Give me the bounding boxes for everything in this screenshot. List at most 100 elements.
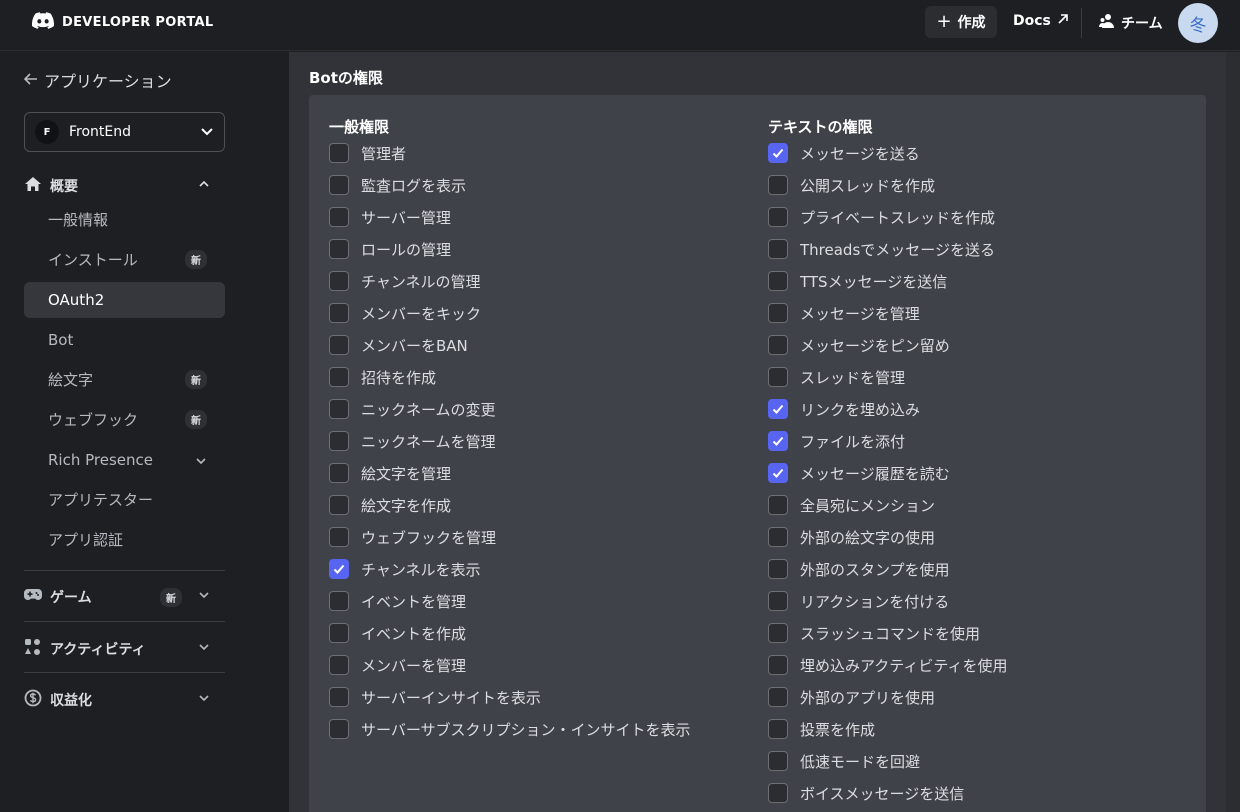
team-link[interactable]: チーム (1099, 13, 1163, 33)
checkbox[interactable] (329, 399, 349, 419)
checkbox[interactable] (768, 719, 788, 739)
permission-row[interactable]: リンクを埋め込み (768, 398, 920, 420)
permission-row[interactable]: 全員宛にメンション (768, 494, 935, 516)
checkbox-checked[interactable] (768, 431, 788, 451)
permission-row[interactable]: 管理者 (329, 142, 406, 164)
checkbox[interactable] (768, 527, 788, 547)
permission-row[interactable]: TTSメッセージを送信 (768, 270, 947, 292)
checkbox[interactable] (768, 367, 788, 387)
permission-row[interactable]: ウェブフックを管理 (329, 526, 496, 548)
checkbox[interactable] (768, 623, 788, 643)
checkbox[interactable] (329, 367, 349, 387)
checkbox[interactable] (768, 239, 788, 259)
permission-row[interactable]: 監査ログを表示 (329, 174, 466, 196)
permission-row[interactable]: メッセージを管理 (768, 302, 920, 324)
permission-row[interactable]: スラッシュコマンドを使用 (768, 622, 980, 644)
permission-row[interactable]: メッセージをピン留め (768, 334, 950, 356)
checkbox[interactable] (768, 303, 788, 323)
checkbox[interactable] (768, 751, 788, 771)
permission-row[interactable]: ロールの管理 (329, 238, 451, 260)
section-monetization[interactable]: 収益化 (24, 689, 210, 711)
permission-row[interactable]: 招待を作成 (329, 366, 436, 388)
section-games[interactable]: ゲーム 新 (24, 587, 210, 607)
permission-row[interactable]: ボイスメッセージを送信 (768, 782, 964, 804)
checkbox[interactable] (329, 303, 349, 323)
permission-row[interactable]: 埋め込みアクティビティを使用 (768, 654, 1007, 676)
sidebar-item-app-testers[interactable]: アプリテスター (24, 481, 225, 517)
checkbox[interactable] (329, 239, 349, 259)
checkbox[interactable] (329, 495, 349, 515)
app-selector-dropdown[interactable]: F FrontEnd (24, 112, 225, 152)
user-avatar[interactable]: 冬 (1178, 3, 1218, 43)
checkbox[interactable] (768, 655, 788, 675)
sidebar-item-general-info[interactable]: 一般情報 (24, 201, 225, 237)
checkbox[interactable] (329, 655, 349, 675)
permission-row[interactable]: ニックネームを管理 (329, 430, 496, 452)
checkbox[interactable] (768, 591, 788, 611)
checkbox[interactable] (329, 207, 349, 227)
checkbox[interactable] (768, 207, 788, 227)
docs-link[interactable]: Docs (1013, 13, 1069, 29)
permission-row[interactable]: リアクションを付ける (768, 590, 949, 612)
permission-row[interactable]: チャンネルを表示 (329, 558, 481, 580)
permission-row[interactable]: 低速モードを回避 (768, 750, 920, 772)
sidebar-item-emoji[interactable]: 絵文字 新 (24, 361, 225, 397)
permission-row[interactable]: 投票を作成 (768, 718, 875, 740)
checkbox[interactable] (329, 623, 349, 643)
developer-portal-logo[interactable]: DEVELOPER PORTAL (32, 12, 213, 33)
permission-row[interactable]: 外部の絵文字の使用 (768, 526, 935, 548)
permission-row[interactable]: チャンネルの管理 (329, 270, 481, 292)
permission-row[interactable]: サーバーインサイトを表示 (329, 686, 541, 708)
permission-row[interactable]: イベントを作成 (329, 622, 466, 644)
permission-row[interactable]: ファイルを添付 (768, 430, 905, 452)
sidebar-item-oauth2[interactable]: OAuth2 (24, 282, 225, 318)
checkbox[interactable] (768, 495, 788, 515)
checkbox[interactable] (329, 271, 349, 291)
permission-row[interactable]: メッセージを送る (768, 142, 920, 164)
permission-row[interactable]: ニックネームの変更 (329, 398, 496, 420)
permission-row[interactable]: メンバーをキック (329, 302, 481, 324)
permission-row[interactable]: プライベートスレッドを作成 (768, 206, 995, 228)
permission-row[interactable]: Threadsでメッセージを送る (768, 238, 995, 260)
permission-row[interactable]: メンバーをBAN (329, 334, 468, 356)
checkbox[interactable] (768, 175, 788, 195)
permission-row[interactable]: サーバー管理 (329, 206, 451, 228)
permission-row[interactable]: スレッドを管理 (768, 366, 905, 388)
permission-row[interactable]: メッセージ履歴を読む (768, 462, 950, 484)
permission-row[interactable]: 外部のアプリを使用 (768, 686, 935, 708)
checkbox[interactable] (329, 687, 349, 707)
checkbox-checked[interactable] (768, 399, 788, 419)
sidebar-item-webhooks[interactable]: ウェブフック 新 (24, 401, 225, 437)
checkbox[interactable] (329, 143, 349, 163)
checkbox[interactable] (329, 175, 349, 195)
permission-row[interactable]: メンバーを管理 (329, 654, 466, 676)
checkbox-checked[interactable] (329, 559, 349, 579)
sidebar-item-rich-presence[interactable]: Rich Presence (24, 442, 225, 478)
checkbox[interactable] (329, 335, 349, 355)
scrollbar-track[interactable] (1226, 52, 1240, 812)
checkbox[interactable] (329, 431, 349, 451)
sidebar-item-bot[interactable]: Bot (24, 322, 225, 358)
checkbox[interactable] (329, 527, 349, 547)
permission-row[interactable]: 外部のスタンプを使用 (768, 558, 950, 580)
checkbox[interactable] (329, 591, 349, 611)
checkbox[interactable] (329, 719, 349, 739)
permission-row[interactable]: 絵文字を作成 (329, 494, 451, 516)
section-overview[interactable]: 概要 (24, 176, 210, 196)
sidebar-item-app-verification[interactable]: アプリ認証 (24, 521, 225, 557)
checkbox[interactable] (329, 463, 349, 483)
checkbox[interactable] (768, 559, 788, 579)
permission-row[interactable]: 公開スレッドを作成 (768, 174, 935, 196)
section-activities[interactable]: アクティビティ (24, 638, 210, 660)
sidebar-item-install[interactable]: インストール 新 (24, 241, 225, 277)
back-to-applications-link[interactable]: アプリケーション (23, 68, 172, 92)
checkbox[interactable] (768, 271, 788, 291)
permission-row[interactable]: イベントを管理 (329, 590, 466, 612)
checkbox[interactable] (768, 335, 788, 355)
permission-row[interactable]: 絵文字を管理 (329, 462, 451, 484)
create-button[interactable]: + 作成 (925, 6, 997, 38)
checkbox-checked[interactable] (768, 463, 788, 483)
checkbox-checked[interactable] (768, 143, 788, 163)
permission-row[interactable]: サーバーサブスクリプション・インサイトを表示 (329, 718, 691, 740)
checkbox[interactable] (768, 687, 788, 707)
